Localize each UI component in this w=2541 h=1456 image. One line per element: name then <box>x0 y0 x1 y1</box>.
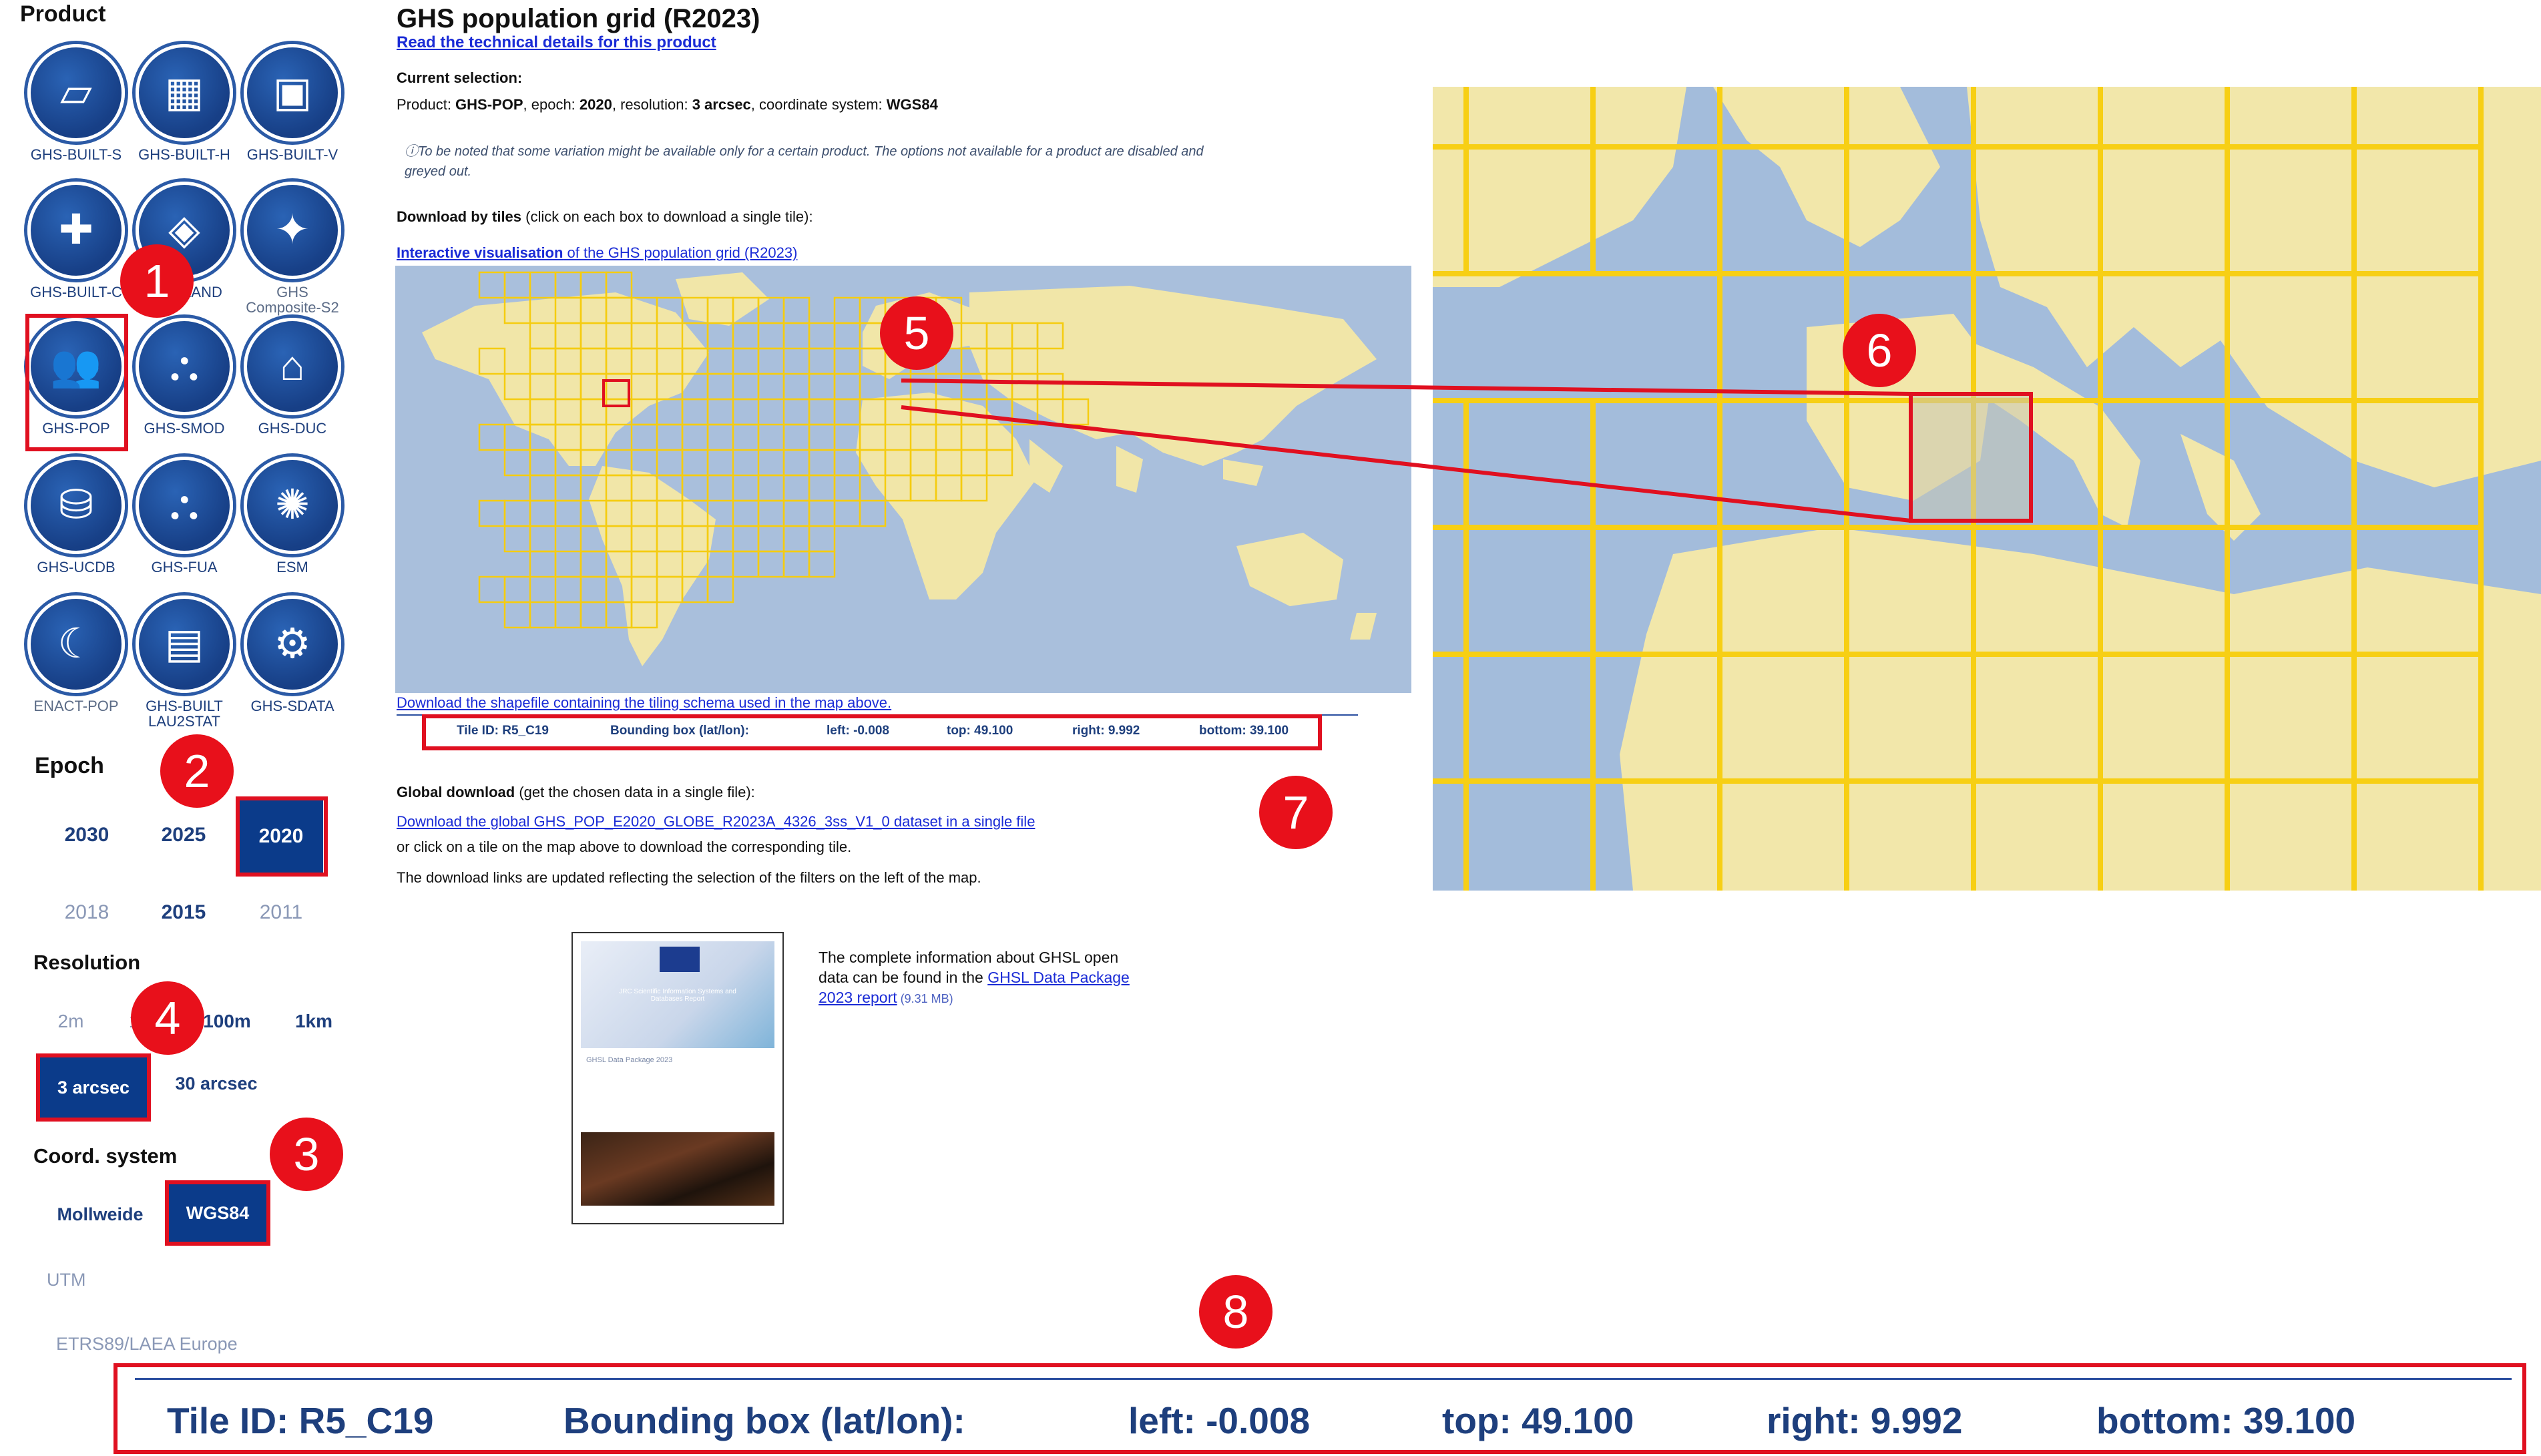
zoom-connector <box>901 379 1911 523</box>
tile-id-large: Tile ID: R5_C19 <box>167 1400 434 1441</box>
bbox-top-large: top: 49.100 <box>1442 1400 1634 1441</box>
tile-info-large: Tile ID: R5_C19 Bounding box (lat/lon): … <box>167 1399 2355 1442</box>
bbox-label-large: Bounding box (lat/lon): <box>563 1400 965 1441</box>
badge-8: 8 <box>1199 1275 1273 1349</box>
badge-4: 4 <box>131 981 204 1055</box>
bbox-left-large: left: -0.008 <box>1128 1400 1311 1441</box>
bbox-bottom-large: bottom: 39.100 <box>2096 1400 2356 1441</box>
bbox-right-large: right: 9.992 <box>1767 1400 1963 1441</box>
badge-6: 6 <box>1843 314 1916 387</box>
badge-1: 1 <box>120 244 194 318</box>
badge-2: 2 <box>160 734 234 808</box>
tile-info-large-divider <box>135 1378 2512 1380</box>
badge-7: 7 <box>1259 776 1333 849</box>
badge-5: 5 <box>880 296 953 370</box>
badge-3: 3 <box>270 1118 343 1191</box>
